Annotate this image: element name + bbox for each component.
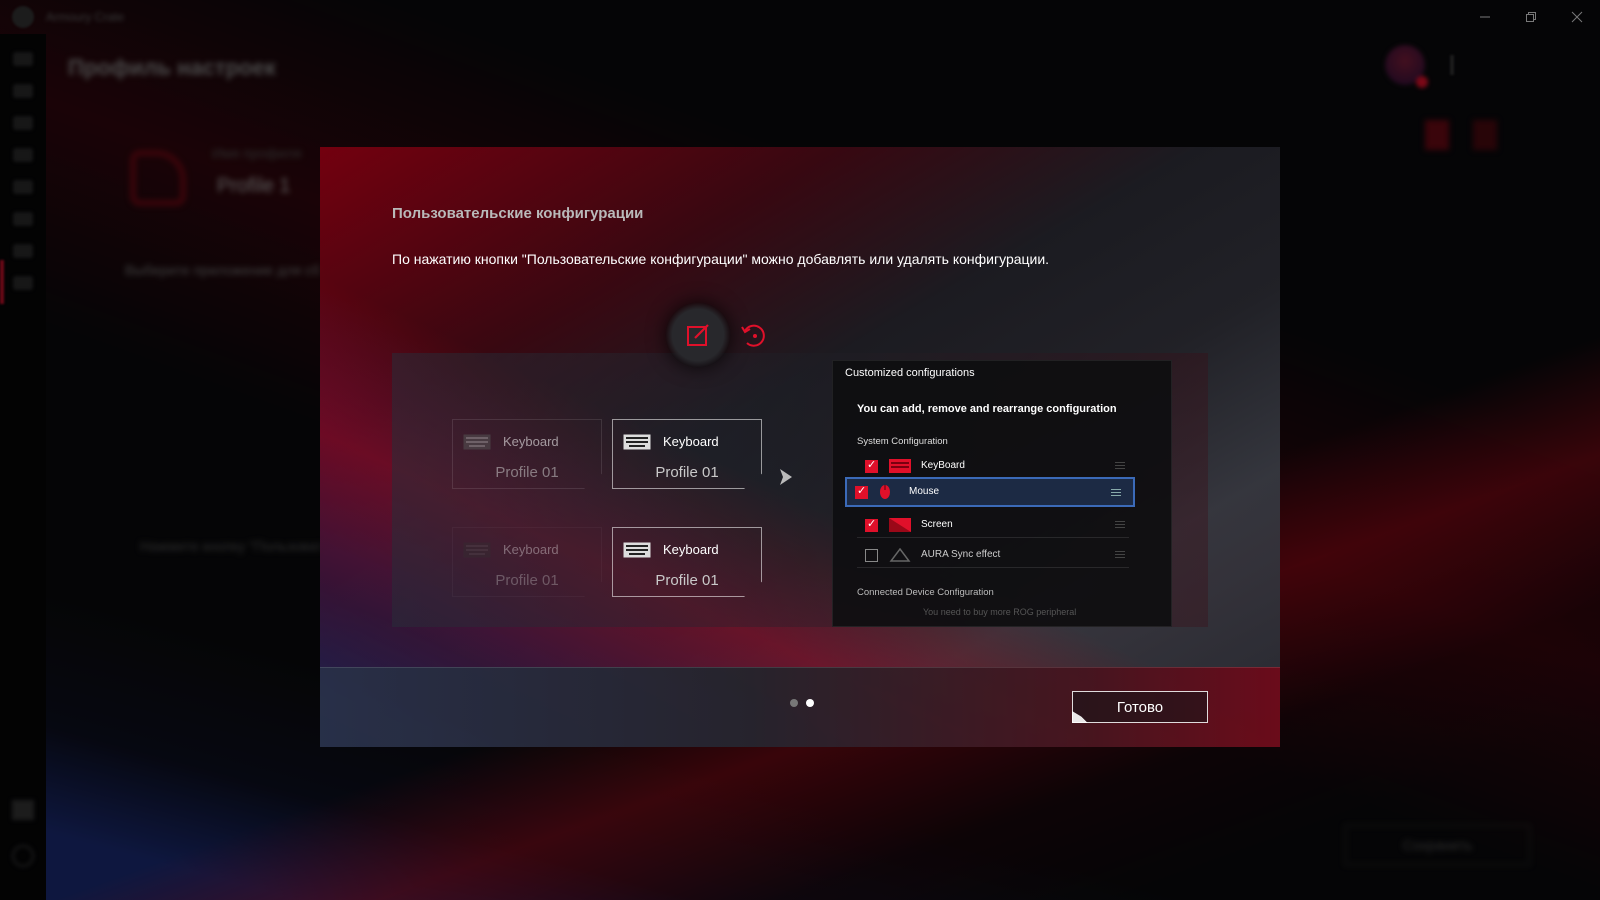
- card-profile-name: Profile 01: [495, 464, 559, 481]
- keyboard-icon: [463, 542, 491, 558]
- card-profile-name: Profile 01: [655, 464, 719, 481]
- keyboard-icon: [463, 434, 491, 450]
- checkbox: [865, 458, 878, 473]
- config-row-screen: Screen: [857, 514, 1129, 538]
- card-device-name: Keyboard: [663, 434, 719, 449]
- drag-handle-icon: [1115, 462, 1125, 469]
- custom-config-button: [665, 302, 731, 368]
- checkbox: [865, 517, 878, 532]
- aura-icon: [889, 548, 911, 562]
- card-profile-name: Profile 01: [655, 572, 719, 589]
- pager-dot[interactable]: [790, 699, 798, 707]
- checkbox: [865, 549, 878, 562]
- keyboard-icon: [623, 542, 651, 558]
- reset-icon: [741, 324, 765, 347]
- done-button[interactable]: Готово: [1072, 691, 1208, 723]
- modal-description: По нажатию кнопки "Пользовательские конф…: [392, 251, 1050, 267]
- connected-config-heading: Connected Device Configuration: [857, 587, 994, 598]
- edit-icon: [687, 324, 709, 346]
- card-device-name: Keyboard: [663, 542, 719, 557]
- keyboard-icon: [889, 459, 911, 473]
- tutorial-modal: Пользовательские конфигурации По нажатию…: [320, 147, 1280, 747]
- profile-card: Keyboard Profile 01: [612, 419, 762, 489]
- pager-dots: [790, 699, 814, 707]
- drag-handle-icon: [1111, 489, 1121, 496]
- keyboard-icon: [623, 434, 651, 450]
- arrow-right-icon: [780, 469, 792, 485]
- screen-icon: [889, 518, 911, 532]
- card-device-name: Keyboard: [503, 542, 559, 557]
- config-panel-title: Customized configurations: [845, 367, 975, 379]
- pager-dot-active[interactable]: [806, 699, 814, 707]
- drag-handle-icon: [1115, 551, 1125, 558]
- system-config-heading: System Configuration: [857, 436, 948, 447]
- profile-card: Keyboard Profile 01: [452, 419, 602, 489]
- reset-config-button: [736, 317, 772, 353]
- config-row-keyboard: KeyBoard: [857, 455, 1129, 479]
- card-device-name: Keyboard: [503, 434, 559, 449]
- config-row-aura: AURA Sync effect: [857, 544, 1129, 568]
- config-panel-subtitle: You can add, remove and rearrange config…: [857, 403, 1117, 415]
- config-row-mouse: Mouse: [845, 477, 1135, 507]
- drag-handle-icon: [1115, 521, 1125, 528]
- modal-title: Пользовательские конфигурации: [392, 205, 644, 222]
- config-panel-note: You need to buy more ROG peripheral: [923, 607, 1077, 617]
- profile-card: Keyboard Profile 01: [452, 527, 602, 597]
- mouse-icon: [880, 485, 890, 499]
- config-label: Screen: [921, 519, 953, 530]
- customized-config-panel: Customized configurations You can add, r…: [832, 360, 1172, 627]
- profile-card: Keyboard Profile 01: [612, 527, 762, 597]
- card-profile-name: Profile 01: [495, 572, 559, 589]
- config-label: KeyBoard: [921, 460, 965, 471]
- config-label: Mouse: [909, 486, 940, 497]
- config-label: AURA Sync effect: [921, 549, 1001, 560]
- checkbox: [855, 484, 868, 499]
